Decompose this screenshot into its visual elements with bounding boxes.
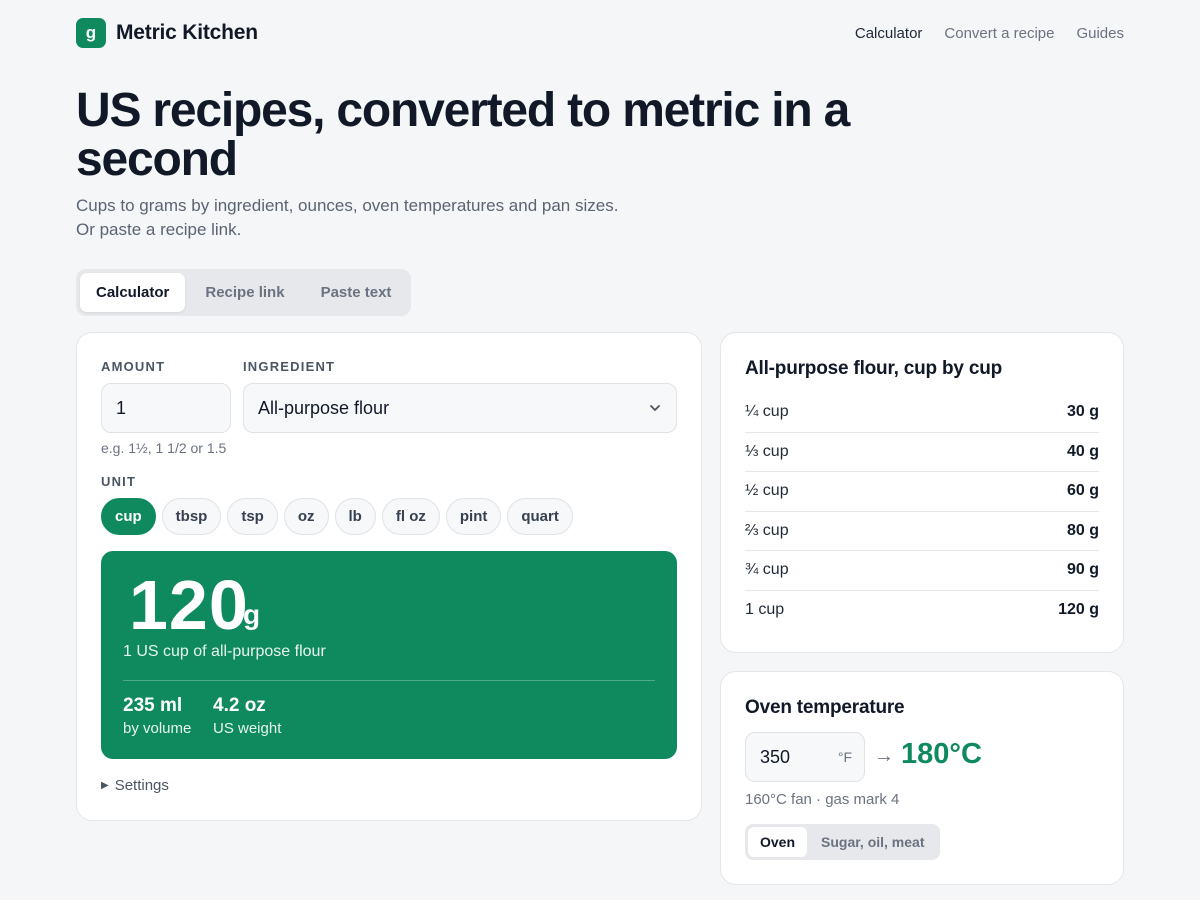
row-amount: ¼ cup	[745, 403, 789, 421]
calculator-card: AMOUNT e.g. 1½, 1 1/2 or 1.5 INGREDIENT …	[76, 332, 702, 821]
page-title: US recipes, converted to metric in a sec…	[76, 84, 850, 186]
row-amount: ½ cup	[745, 482, 789, 500]
unit-selector: cup tbsp tsp oz lb fl oz pint quart	[101, 498, 573, 535]
brand[interactable]: g Metric Kitchen	[76, 18, 258, 48]
volume-metric: 235 ml by volume	[123, 695, 191, 737]
tab-recipe-link[interactable]: Recipe link	[189, 273, 300, 312]
fahrenheit-unit: °F	[837, 749, 852, 765]
table-row: ¼ cup 30 g	[745, 393, 1099, 433]
row-grams: 90 g	[1066, 561, 1099, 579]
ingredient-label: INGREDIENT	[243, 359, 336, 374]
page-subtitle: Cups to grams by ingredient, ounces, ove…	[76, 194, 696, 242]
settings-toggle[interactable]: ▶ Settings	[101, 777, 169, 794]
mode-tabs: Calculator Recipe link Paste text	[76, 269, 412, 316]
flour-table-title: All-purpose flour, cup by cup	[745, 358, 1003, 379]
row-amount: 1 cup	[745, 601, 785, 619]
result-unit: g	[243, 599, 261, 630]
table-row: ½ cup 60 g	[745, 472, 1099, 512]
unit-label: UNIT	[101, 474, 137, 489]
fahrenheit-value: 350	[760, 746, 791, 767]
table-row: ⅔ cup 80 g	[745, 512, 1099, 551]
row-grams: 40 g	[1066, 442, 1099, 460]
oven-title: Oven temperature	[745, 697, 905, 718]
amount-input[interactable]	[101, 383, 231, 433]
unit-pint[interactable]: pint	[445, 498, 502, 535]
weight-value: 4.2 oz	[213, 695, 266, 716]
unit-oz[interactable]: oz	[283, 498, 329, 535]
oven-temperature-card: Oven temperature 350 °F → 180°C 160°C fa…	[720, 671, 1124, 885]
top-bar: g Metric Kitchen Calculator Convert a re…	[76, 18, 1124, 48]
ingredient-select[interactable]: All-purpose flour	[243, 383, 677, 433]
nav-guides[interactable]: Guides	[1076, 25, 1124, 42]
table-row: ⅓ cup 40 g	[745, 433, 1099, 472]
settings-label: Settings	[114, 777, 169, 794]
volume-value: 235 ml	[123, 695, 183, 716]
nav-calculator[interactable]: Calculator	[855, 25, 923, 42]
unit-tsp[interactable]: tsp	[227, 498, 278, 535]
result-value: 120	[129, 566, 249, 644]
amount-label: AMOUNT	[101, 359, 166, 374]
table-row: 1 cup 120 g	[745, 591, 1099, 631]
tab-sugar-oil-meat[interactable]: Sugar, oil, meat	[809, 827, 936, 857]
temperature-tabs: Oven Sugar, oil, meat	[745, 824, 940, 860]
unit-tbsp[interactable]: tbsp	[161, 498, 222, 535]
brand-name: Metric Kitchen	[116, 21, 258, 44]
result-panel: 120 g 1 US cup of all-purpose flour 235 …	[101, 551, 677, 759]
unit-fl-oz[interactable]: fl oz	[381, 498, 440, 535]
row-grams: 60 g	[1066, 482, 1099, 500]
unit-quart[interactable]: quart	[507, 498, 573, 535]
weight-label: US weight	[213, 720, 282, 737]
ingredient-selected-value: All-purpose flour	[258, 397, 390, 418]
temperature-note: 160°C fan · gas mark 4	[745, 791, 900, 808]
nav-convert-recipe[interactable]: Convert a recipe	[944, 25, 1054, 42]
subtitle-line-1: Cups to grams by ingredient, ounces, ove…	[76, 196, 619, 215]
amount-hint: e.g. 1½, 1 1/2 or 1.5	[101, 440, 227, 456]
row-grams: 80 g	[1066, 521, 1099, 539]
result-description: 1 US cup of all-purpose flour	[123, 643, 326, 660]
chevron-down-icon	[650, 405, 660, 411]
row-grams: 120 g	[1058, 601, 1099, 619]
main-nav: Calculator Convert a recipe Guides	[855, 25, 1124, 42]
result-divider	[123, 680, 655, 681]
table-row: ¾ cup 90 g	[745, 551, 1099, 591]
tab-paste-text[interactable]: Paste text	[305, 273, 408, 312]
weight-metric: 4.2 oz US weight	[213, 695, 281, 737]
row-amount: ¾ cup	[745, 561, 789, 579]
triangle-right-icon: ▶	[101, 780, 109, 791]
celsius-result: 180°C	[901, 738, 982, 770]
volume-label: by volume	[123, 720, 192, 737]
row-amount: ⅔ cup	[745, 521, 789, 539]
subtitle-line-2: Or paste a recipe link.	[76, 220, 242, 239]
unit-cup[interactable]: cup	[101, 498, 156, 535]
tab-calculator[interactable]: Calculator	[80, 273, 186, 312]
arrow-right-icon: →	[874, 745, 894, 767]
row-grams: 30 g	[1066, 403, 1099, 421]
unit-lb[interactable]: lb	[334, 498, 376, 535]
fahrenheit-input[interactable]: 350 °F	[745, 732, 865, 782]
row-amount: ⅓ cup	[745, 442, 789, 460]
tab-oven[interactable]: Oven	[748, 827, 808, 857]
conversion-list: ¼ cup 30 g ⅓ cup 40 g ½ cup 60 g ⅔ cup 8…	[745, 393, 1099, 630]
logo-icon: g	[76, 18, 106, 48]
flour-table-card: All-purpose flour, cup by cup ¼ cup 30 g…	[720, 332, 1124, 653]
